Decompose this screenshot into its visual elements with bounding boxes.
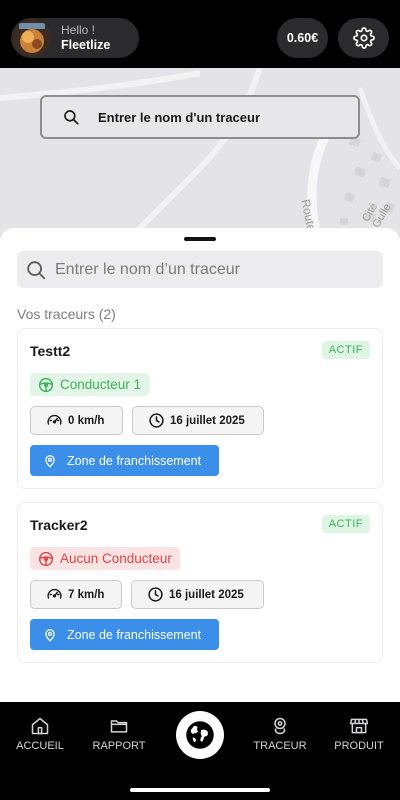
- home-icon: [30, 714, 50, 738]
- speed-value: 0 km/h: [68, 414, 105, 427]
- zone-button-label: Zone de franchissement: [67, 453, 202, 468]
- store-icon: [348, 714, 370, 738]
- nav-label: ACCUEIL: [16, 740, 64, 752]
- globe-icon: [185, 720, 215, 750]
- date-chip: 16 juillet 2025: [131, 580, 264, 609]
- status-badge: ACTIF: [321, 341, 370, 359]
- nav-label: RAPPORT: [92, 740, 146, 752]
- greeting-text: Hello !: [61, 23, 96, 37]
- speedometer-icon: [46, 586, 63, 603]
- nav-label: TRACEUR: [253, 740, 307, 752]
- top-bar: Hello ! Fleetlize 0.60€: [0, 0, 400, 70]
- search-icon: [25, 259, 47, 281]
- location-pin-icon: [43, 453, 57, 469]
- balance-button[interactable]: 0.60€: [277, 18, 328, 58]
- driver-name: Conducteur 1: [60, 377, 142, 392]
- search-icon: [62, 108, 80, 126]
- steering-wheel-icon: [38, 551, 54, 567]
- user-profile-chip[interactable]: Hello ! Fleetlize: [11, 18, 139, 58]
- nav-item-traceur[interactable]: TRACEUR: [240, 714, 320, 752]
- driver-badge[interactable]: Aucun Conducteur: [30, 547, 180, 570]
- speed-chip: 0 km/h: [30, 406, 123, 435]
- nav-item-map[interactable]: [176, 711, 224, 759]
- sheet-drag-handle[interactable]: [184, 237, 216, 241]
- map-view[interactable]: Route Cité Gulle Entrer le nom d'un trac…: [0, 68, 400, 248]
- nav-label: PRODUIT: [334, 740, 384, 752]
- steering-wheel-icon: [38, 377, 54, 393]
- nav-item-produit[interactable]: PRODUIT: [319, 714, 399, 752]
- location-pin-icon: [43, 627, 57, 643]
- driver-badge[interactable]: Conducteur 1: [30, 373, 150, 396]
- speed-value: 7 km/h: [68, 588, 105, 601]
- trackers-sheet: Vos traceurs (2) Testt2 ACTIF Conducteur…: [0, 228, 400, 702]
- nav-item-accueil[interactable]: ACCUEIL: [0, 714, 80, 752]
- zone-button[interactable]: Zone de franchissement: [30, 619, 219, 650]
- tracker-card[interactable]: Tracker2 ACTIF Aucun Conducteur 7 km/h 1…: [17, 502, 383, 663]
- tracker-name: Tracker2: [30, 517, 88, 533]
- gear-icon: [352, 27, 375, 49]
- tracker-search-field[interactable]: [17, 251, 383, 288]
- username: Fleetlize: [61, 38, 111, 52]
- map-search-field[interactable]: Entrer le nom d'un traceur: [40, 95, 360, 139]
- clock-icon: [147, 586, 164, 603]
- zone-button-label: Zone de franchissement: [67, 627, 202, 642]
- status-badge: ACTIF: [321, 515, 370, 533]
- folder-icon: [108, 714, 130, 738]
- section-title: Vos traceurs (2): [17, 306, 116, 322]
- date-value: 16 juillet 2025: [170, 414, 245, 427]
- bottom-navigation: ACCUEIL RAPPORT TRACEUR PRODUIT: [0, 702, 400, 800]
- tracker-icon: [270, 714, 290, 738]
- speedometer-icon: [46, 412, 63, 429]
- date-chip: 16 juillet 2025: [132, 406, 264, 435]
- driver-name: Aucun Conducteur: [60, 551, 172, 566]
- clock-icon: [148, 412, 165, 429]
- tracker-name: Testt2: [30, 343, 71, 359]
- tracker-card[interactable]: Testt2 ACTIF Conducteur 1 0 km/h 16 juil…: [17, 328, 383, 489]
- date-value: 16 juillet 2025: [169, 588, 244, 601]
- tracker-search-input[interactable]: [55, 260, 355, 279]
- avatar: [13, 19, 51, 57]
- settings-button[interactable]: [338, 18, 389, 58]
- nav-item-rapport[interactable]: RAPPORT: [79, 714, 159, 752]
- home-indicator: [130, 788, 270, 792]
- speed-chip: 7 km/h: [30, 580, 122, 609]
- zone-button[interactable]: Zone de franchissement: [30, 445, 219, 476]
- map-search-label: Entrer le nom d'un traceur: [98, 109, 261, 125]
